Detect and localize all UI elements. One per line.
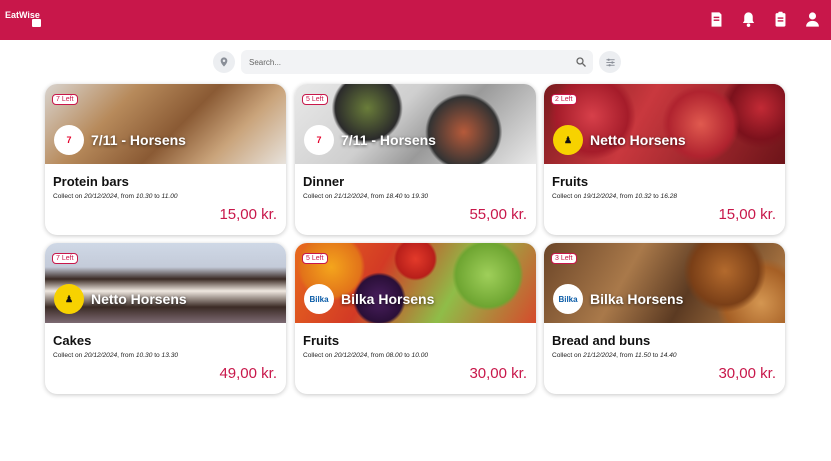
offer-image [544, 84, 785, 164]
search-row [213, 50, 621, 74]
offer-image [45, 84, 286, 164]
items-left-badge: 5 Left [302, 253, 328, 264]
seven-eleven-logo: 7 [304, 125, 334, 155]
offer-image [295, 243, 536, 323]
offer-price: 30,00 kr. [718, 365, 776, 382]
user-icon[interactable] [804, 11, 821, 28]
items-left-badge: 3 Left [551, 253, 577, 264]
store-name: 7/11 - Horsens [341, 132, 436, 148]
offer-image [544, 243, 785, 323]
location-pin-icon[interactable] [213, 51, 235, 73]
bilka-logo: Bilka [553, 284, 583, 314]
offer-price: 15,00 kr. [219, 206, 277, 223]
top-bar: EatWise [0, 0, 831, 40]
collect-info: Collect on 20/12/2024, from 10.30 to 13.… [53, 352, 179, 359]
items-left-badge: 7 Left [52, 253, 78, 264]
offer-card-fruits[interactable]: 2 Left ♟ Netto Horsens Fruits Collect on… [544, 84, 785, 235]
offer-image [45, 243, 286, 323]
bell-icon[interactable] [740, 11, 757, 28]
search-icon[interactable] [575, 56, 587, 68]
offer-title: Dinner [303, 174, 345, 189]
offer-title: Cakes [53, 333, 92, 348]
store-name: Netto Horsens [91, 291, 187, 307]
offer-title: Bread and buns [552, 333, 651, 348]
filter-icon[interactable] [599, 51, 621, 73]
eatwise-logo[interactable]: EatWise [5, 10, 41, 27]
search-input[interactable] [249, 57, 549, 67]
collect-info: Collect on 21/12/2024, from 18.40 to 19.… [303, 193, 429, 200]
offer-title: Fruits [303, 333, 340, 348]
items-left-badge: 7 Left [52, 94, 78, 105]
receipt-icon[interactable] [708, 11, 725, 28]
collect-info: Collect on 20/12/2024, from 08.00 to 10.… [303, 352, 429, 359]
offer-card-dinner[interactable]: 5 Left 7 7/11 - Horsens Dinner Collect o… [295, 84, 536, 235]
offer-price: 49,00 kr. [219, 365, 277, 382]
offer-card-bread-and-buns[interactable]: 3 Left Bilka Bilka Horsens Bread and bun… [544, 243, 785, 394]
offer-card-protein-bars[interactable]: 7 Left 7 7/11 - Horsens Protein bars Col… [45, 84, 286, 235]
netto-logo: ♟ [54, 284, 84, 314]
offer-card-cakes[interactable]: 7 Left ♟ Netto Horsens Cakes Collect on … [45, 243, 286, 394]
bilka-logo: Bilka [304, 284, 334, 314]
items-left-badge: 5 Left [302, 94, 328, 105]
offer-price: 55,00 kr. [469, 206, 527, 223]
clipboard-icon[interactable] [772, 11, 789, 28]
store-name: Bilka Horsens [590, 291, 684, 307]
offer-title: Protein bars [53, 174, 129, 189]
offer-image [295, 84, 536, 164]
offer-card-fruits-bilka[interactable]: 5 Left Bilka Bilka Horsens Fruits Collec… [295, 243, 536, 394]
store-name: Netto Horsens [590, 132, 686, 148]
search-box [241, 50, 593, 74]
shopping-bag-icon [32, 19, 41, 27]
offer-price: 15,00 kr. [718, 206, 776, 223]
seven-eleven-logo: 7 [54, 125, 84, 155]
offer-price: 30,00 kr. [469, 365, 527, 382]
collect-info: Collect on 19/12/2024, from 10.32 to 16.… [552, 193, 678, 200]
collect-info: Collect on 20/12/2024, from 10.30 to 11.… [53, 193, 178, 200]
netto-logo: ♟ [553, 125, 583, 155]
offer-title: Fruits [552, 174, 589, 189]
items-left-badge: 2 Left [551, 94, 577, 105]
collect-info: Collect on 21/12/2024, from 11.50 to 14.… [552, 352, 677, 359]
store-name: Bilka Horsens [341, 291, 435, 307]
store-name: 7/11 - Horsens [91, 132, 186, 148]
